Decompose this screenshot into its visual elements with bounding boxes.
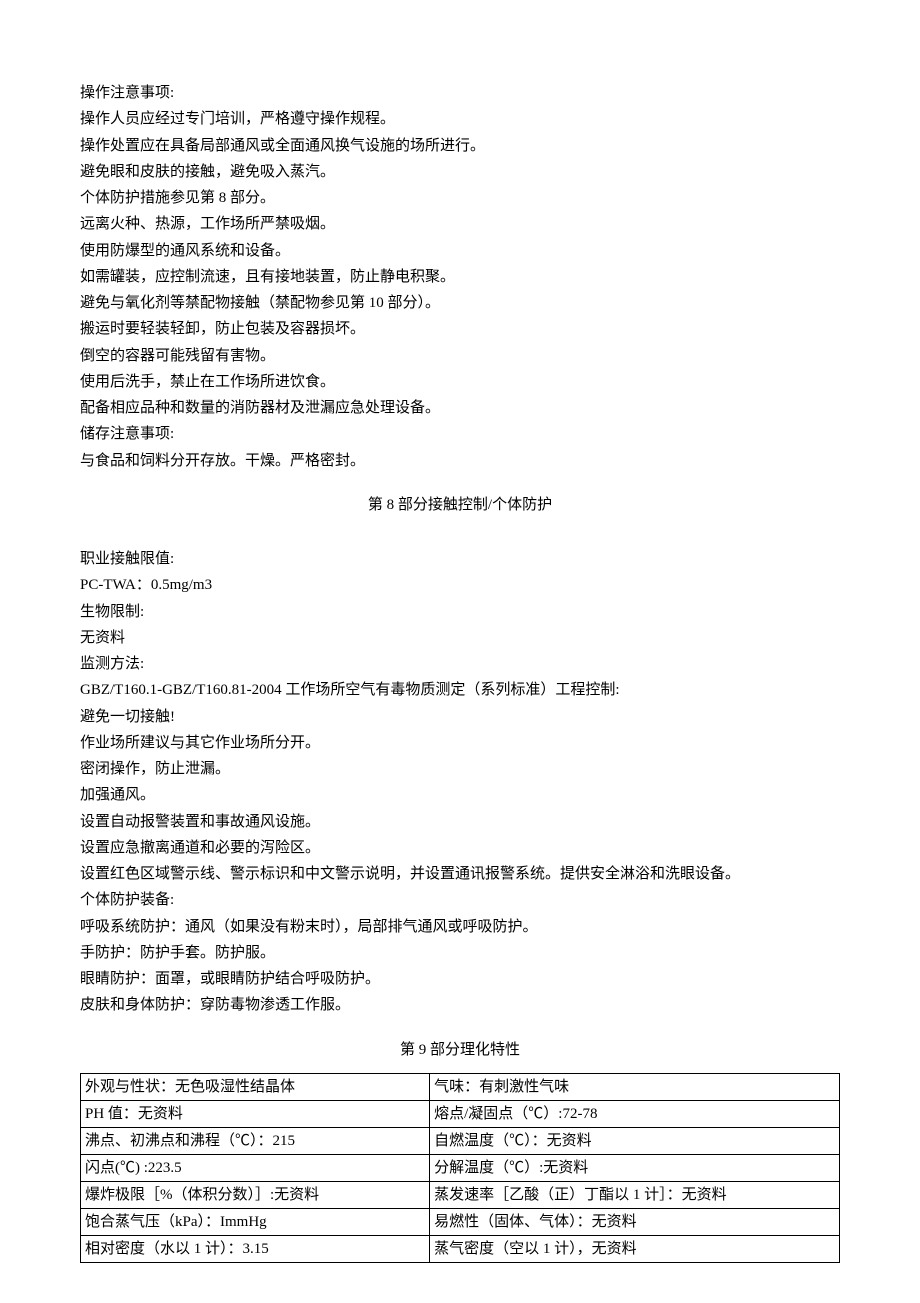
section8-content: 职业接触限值:PC-TWA：0.5mg/m3生物限制:无资料监测方法:GBZ/T… [80, 546, 840, 1019]
body-text: 监测方法: [80, 651, 840, 677]
property-cell-left: PH 值：无资料 [81, 1100, 430, 1127]
property-cell-left: 闪点(℃) :223.5 [81, 1154, 430, 1181]
body-text: 倒空的容器可能残留有害物。 [80, 343, 840, 369]
section9-title: 第 9 部分理化特性 [80, 1037, 840, 1063]
table-row: 相对密度（水以 1 计）：3.15蒸气密度（空以 1 计），无资料 [81, 1235, 840, 1262]
property-cell-right: 自燃温度（℃）：无资料 [430, 1127, 840, 1154]
body-text: 操作人员应经过专门培训，严格遵守操作规程。 [80, 106, 840, 132]
property-cell-right: 分解温度（℃）:无资料 [430, 1154, 840, 1181]
physical-chemical-properties-table: 外观与性状：无色吸湿性结晶体气味：有刺激性气味PH 值：无资料熔点/凝固点（℃）… [80, 1073, 840, 1263]
spacer [80, 528, 840, 546]
property-cell-left: 爆炸极限［%（体积分数）］:无资料 [81, 1181, 430, 1208]
body-text: 生物限制: [80, 599, 840, 625]
body-text: 呼吸系统防护：通风（如果没有粉末时），局部排气通风或呼吸防护。 [80, 914, 840, 940]
property-cell-left: 饱合蒸气压（kPa）：ImmHg [81, 1208, 430, 1235]
property-cell-left: 沸点、初沸点和沸程（℃）：215 [81, 1127, 430, 1154]
property-cell-right: 气味：有刺激性气味 [430, 1073, 840, 1100]
table-row: 饱合蒸气压（kPa）：ImmHg易燃性（固体、气体）：无资料 [81, 1208, 840, 1235]
handling-storage-section: 操作注意事项:操作人员应经过专门培训，严格遵守操作规程。操作处置应在具备局部通风… [80, 80, 840, 474]
body-text: 操作处置应在具备局部通风或全面通风换气设施的场所进行。 [80, 133, 840, 159]
body-text: 个体防护装备: [80, 887, 840, 913]
body-text: 眼睛防护：面罩，或眼睛防护结合呼吸防护。 [80, 966, 840, 992]
body-text: PC-TWA：0.5mg/m3 [80, 572, 840, 598]
body-text: 作业场所建议与其它作业场所分开。 [80, 730, 840, 756]
body-text: 避免与氧化剂等禁配物接触（禁配物参见第 10 部分）。 [80, 290, 840, 316]
body-text: 与食品和饲料分开存放。干燥。严格密封。 [80, 448, 840, 474]
body-text: GBZ/T160.1-GBZ/T160.81-2004 工作场所空气有毒物质测定… [80, 677, 840, 703]
body-text: 加强通风。 [80, 782, 840, 808]
table-row: 闪点(℃) :223.5分解温度（℃）:无资料 [81, 1154, 840, 1181]
body-text: 避免眼和皮肤的接触，避免吸入蒸汽。 [80, 159, 840, 185]
body-text: 使用后洗手，禁止在工作场所进饮食。 [80, 369, 840, 395]
body-text: 避免一切接触! [80, 704, 840, 730]
section8-title: 第 8 部分接触控制/个体防护 [80, 492, 840, 518]
body-text: 操作注意事项: [80, 80, 840, 106]
property-cell-right: 蒸发速率［乙酸（正）丁酯以 1 计］：无资料 [430, 1181, 840, 1208]
body-text: 手防护：防护手套。防护服。 [80, 940, 840, 966]
table-row: PH 值：无资料熔点/凝固点（℃）:72-78 [81, 1100, 840, 1127]
body-text: 设置应急撤离通道和必要的泻险区。 [80, 835, 840, 861]
table-row: 外观与性状：无色吸湿性结晶体气味：有刺激性气味 [81, 1073, 840, 1100]
body-text: 储存注意事项: [80, 421, 840, 447]
body-text: 密闭操作，防止泄漏。 [80, 756, 840, 782]
body-text: 设置自动报警装置和事故通风设施。 [80, 809, 840, 835]
property-cell-left: 外观与性状：无色吸湿性结晶体 [81, 1073, 430, 1100]
table-row: 沸点、初沸点和沸程（℃）：215自燃温度（℃）：无资料 [81, 1127, 840, 1154]
body-text: 设置红色区域警示线、警示标识和中文警示说明，并设置通讯报警系统。提供安全淋浴和洗… [80, 861, 840, 887]
body-text: 使用防爆型的通风系统和设备。 [80, 238, 840, 264]
body-text: 远离火种、热源，工作场所严禁吸烟。 [80, 211, 840, 237]
body-text: 如需罐装，应控制流速，且有接地装置，防止静电积聚。 [80, 264, 840, 290]
property-cell-right: 易燃性（固体、气体）：无资料 [430, 1208, 840, 1235]
body-text: 皮肤和身体防护：穿防毒物渗透工作服。 [80, 992, 840, 1018]
body-text: 搬运时要轻装轻卸，防止包装及容器损坏。 [80, 316, 840, 342]
property-cell-right: 蒸气密度（空以 1 计），无资料 [430, 1235, 840, 1262]
body-text: 个体防护措施参见第 8 部分。 [80, 185, 840, 211]
body-text: 配备相应品种和数量的消防器材及泄漏应急处理设备。 [80, 395, 840, 421]
body-text: 职业接触限值: [80, 546, 840, 572]
body-text: 无资料 [80, 625, 840, 651]
property-cell-right: 熔点/凝固点（℃）:72-78 [430, 1100, 840, 1127]
table-row: 爆炸极限［%（体积分数）］:无资料蒸发速率［乙酸（正）丁酯以 1 计］：无资料 [81, 1181, 840, 1208]
property-cell-left: 相对密度（水以 1 计）：3.15 [81, 1235, 430, 1262]
